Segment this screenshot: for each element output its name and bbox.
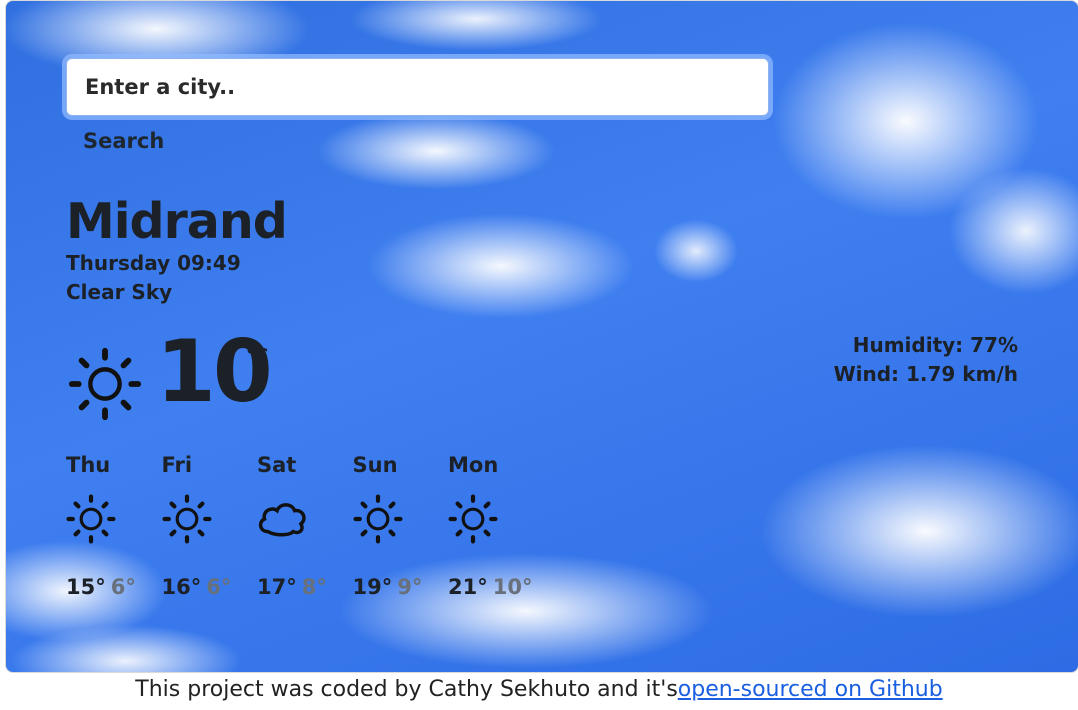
forecast-day: Thu 15° 6° bbox=[66, 451, 162, 599]
forecast-temps: 19° 9° bbox=[353, 575, 449, 599]
weather-details: Humidity: 77% Wind: 1.79 km/h bbox=[834, 331, 1018, 389]
sun-icon bbox=[448, 494, 498, 544]
forecast-temps: 17° 8° bbox=[257, 575, 353, 599]
forecast-min-temp: 6° bbox=[206, 575, 232, 599]
forecast-min-temp: 6° bbox=[110, 575, 136, 599]
forecast-temps: 15° 6° bbox=[66, 575, 162, 599]
humidity: Humidity: 77% bbox=[852, 333, 1018, 357]
weather-description: Clear Sky bbox=[66, 280, 173, 304]
forecast-min-temp: 10° bbox=[492, 575, 533, 599]
wind-speed: Wind: 1.79 km/h bbox=[833, 362, 1018, 386]
sun-icon bbox=[353, 494, 402, 544]
cloud-icon bbox=[258, 503, 306, 537]
footer: This project was coded by Cathy Sekhuto … bbox=[0, 677, 1078, 702]
forecast-max-temp: 21° bbox=[448, 575, 488, 599]
temperature-unit: °C bbox=[246, 345, 269, 366]
forecast-max-temp: 17° bbox=[257, 575, 297, 599]
forecast-day-name: Fri bbox=[161, 453, 193, 477]
forecast-day: Sat 17° 8° bbox=[257, 451, 353, 599]
forecast-temps: 21° 10° bbox=[448, 575, 544, 599]
forecast-min-temp: 9° bbox=[397, 575, 423, 599]
weather-card: Search Midrand Thursday 09:49 Clear Sky … bbox=[5, 0, 1078, 673]
forecast-day-name: Mon bbox=[448, 453, 499, 477]
search-input[interactable] bbox=[66, 58, 769, 116]
forecast-temps: 16° 6° bbox=[162, 575, 258, 599]
date-time: Thursday 09:49 bbox=[66, 251, 241, 275]
forecast-day: Mon 21° 10° bbox=[448, 451, 544, 599]
forecast-day-name: Sat bbox=[257, 453, 297, 477]
forecast-max-temp: 19° bbox=[352, 575, 393, 599]
forecast-day-name: Thu bbox=[66, 453, 111, 477]
forecast: Thu 15° 6° Fri 16° 6° Sat 17° 8° Sun 19°… bbox=[66, 451, 544, 599]
sun-icon bbox=[66, 494, 116, 544]
search-button[interactable]: Search bbox=[83, 129, 164, 153]
sun-icon bbox=[68, 347, 142, 421]
forecast-day: Sun 19° 9° bbox=[353, 451, 449, 599]
forecast-max-temp: 16° bbox=[161, 575, 202, 599]
sun-icon bbox=[162, 494, 211, 544]
city-name: Midrand bbox=[66, 193, 288, 250]
github-link[interactable]: open-sourced on Github bbox=[678, 677, 943, 702]
forecast-day: Fri 16° 6° bbox=[162, 451, 258, 599]
footer-text: This project was coded by Cathy Sekhuto … bbox=[135, 677, 678, 702]
forecast-day-name: Sun bbox=[352, 453, 398, 477]
forecast-max-temp: 15° bbox=[66, 575, 106, 599]
current-temperature: 10 bbox=[156, 322, 273, 422]
forecast-min-temp: 8° bbox=[301, 575, 327, 599]
